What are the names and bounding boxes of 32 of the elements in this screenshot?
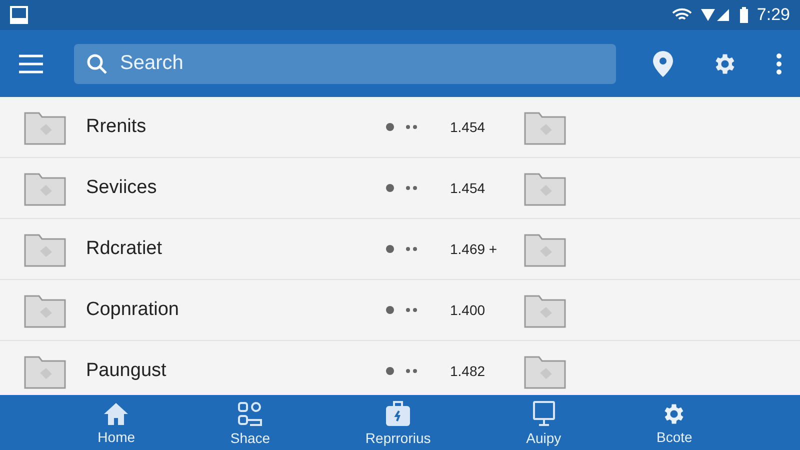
home-icon xyxy=(102,400,130,426)
nav-tab[interactable]: Bcote xyxy=(650,398,698,446)
item-count: 1.482 xyxy=(450,363,486,379)
nav-tab[interactable]: Auipy xyxy=(520,398,568,448)
folder-name: Rdcratiet xyxy=(86,238,164,260)
menu-icon[interactable] xyxy=(18,54,44,74)
search-field[interactable]: Search xyxy=(74,44,616,84)
item-count: 1.469 + xyxy=(450,241,498,257)
item-count: 1.400 xyxy=(450,302,486,318)
gear-connector-icon xyxy=(236,400,264,428)
briefcase-icon xyxy=(384,400,412,428)
folder-name: Copnration xyxy=(86,299,180,321)
item-count: 1.454 xyxy=(450,180,486,196)
nav-tab[interactable]: Reprrorius xyxy=(359,398,437,448)
more-icon[interactable] xyxy=(776,52,782,74)
signal-icon xyxy=(700,7,731,23)
status-dots-icon xyxy=(386,184,417,192)
nav-tab[interactable]: Home xyxy=(92,398,142,446)
item-count: 1.454 xyxy=(450,119,486,135)
status-dots-icon xyxy=(386,245,417,253)
status-dots-icon xyxy=(386,123,417,131)
folder-name: Rrenits xyxy=(86,116,148,138)
location-pin-icon[interactable] xyxy=(652,50,674,78)
nav-tab[interactable]: Shace xyxy=(224,398,276,448)
clock-time: 7:29 xyxy=(756,5,790,25)
window-icon xyxy=(10,6,28,24)
folder-name: Seviices xyxy=(86,177,158,199)
search-icon xyxy=(86,52,108,74)
folder-name: Paungust xyxy=(86,360,168,382)
status-dots-icon xyxy=(386,306,417,314)
battery-icon xyxy=(738,6,749,24)
status-dots-icon xyxy=(386,367,417,375)
